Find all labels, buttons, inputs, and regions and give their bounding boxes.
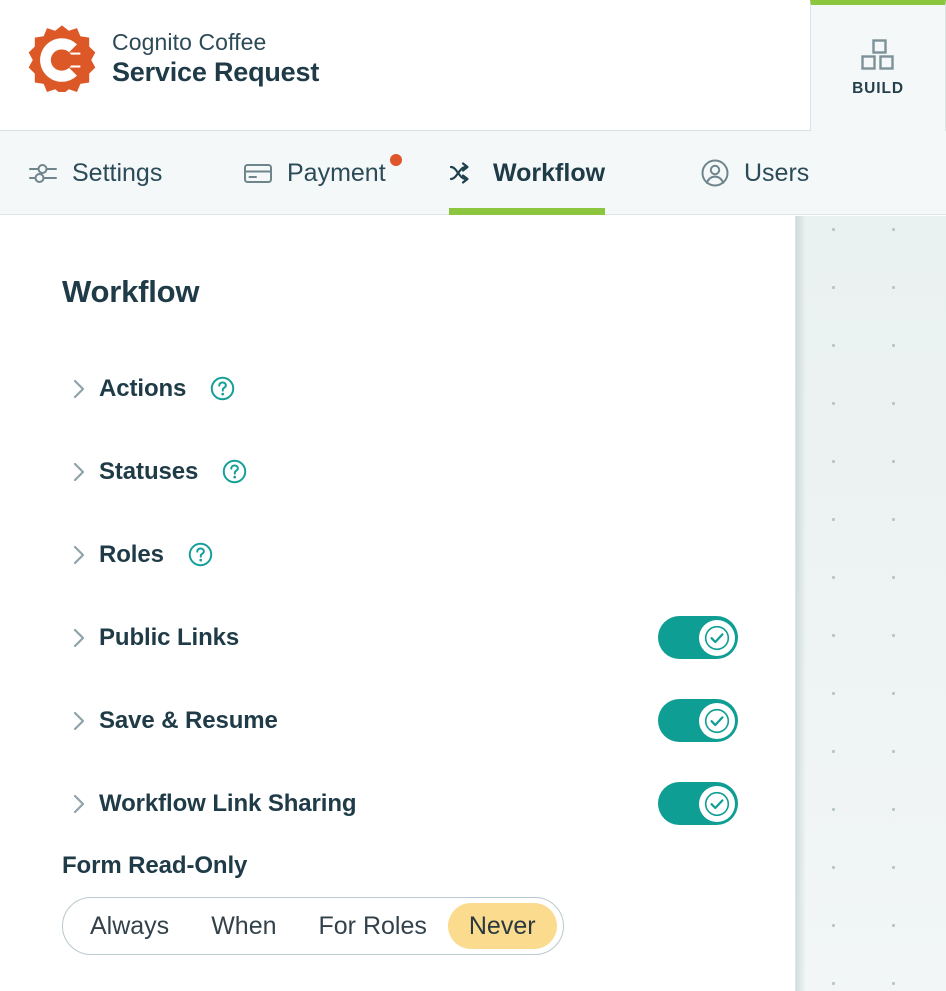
segment-when[interactable]: When bbox=[190, 903, 297, 949]
tab-payment-label: Payment bbox=[287, 153, 402, 188]
segment-always[interactable]: Always bbox=[69, 903, 190, 949]
row-statuses-toggle-target[interactable]: Statuses bbox=[72, 458, 247, 486]
form-read-only-label: Form Read-Only bbox=[62, 852, 248, 879]
row-roles-toggle-target[interactable]: Roles bbox=[72, 541, 213, 569]
form-read-only-section: Form Read-Only Always When For Roles Nev… bbox=[62, 852, 762, 955]
segment-never[interactable]: Never bbox=[447, 903, 557, 949]
brand-text: Cognito Coffee Service Request bbox=[112, 28, 320, 87]
row-roles: Roles bbox=[0, 513, 795, 596]
row-actions-toggle-target[interactable]: Actions bbox=[72, 375, 235, 403]
payment-alert-badge-icon bbox=[389, 153, 402, 166]
chevron-right-icon bbox=[73, 794, 85, 813]
row-workflow-link-sharing-toggle-target[interactable]: Workflow Link Sharing bbox=[72, 789, 357, 818]
three-squares-icon bbox=[861, 38, 894, 70]
form-canvas-dot-grid[interactable] bbox=[795, 216, 946, 991]
help-circle-icon[interactable] bbox=[188, 542, 213, 567]
toggle-knob bbox=[698, 702, 735, 739]
credit-card-icon bbox=[243, 158, 273, 188]
row-save-resume-control bbox=[658, 699, 738, 742]
row-statuses: Statuses bbox=[0, 430, 795, 513]
tab-settings[interactable]: Settings bbox=[28, 131, 162, 215]
canvas-edge-shadow bbox=[796, 216, 806, 991]
tab-users-label: Users bbox=[744, 158, 810, 187]
row-actions-label: Actions bbox=[99, 374, 187, 402]
check-circle-icon bbox=[704, 708, 729, 733]
row-public-links-toggle-target[interactable]: Public Links bbox=[72, 624, 239, 652]
chevron-right-icon bbox=[73, 379, 85, 398]
row-workflow-link-sharing-control bbox=[658, 782, 738, 825]
save-resume-toggle[interactable] bbox=[658, 699, 738, 742]
row-workflow-link-sharing: Workflow Link Sharing bbox=[0, 762, 795, 845]
row-workflow-link-sharing-label: Workflow Link Sharing bbox=[99, 789, 357, 817]
workflow-settings-list: Actions Statuses Roles Public Links Save… bbox=[0, 347, 795, 845]
tab-payment-text: Payment bbox=[287, 158, 386, 187]
row-actions: Actions bbox=[0, 347, 795, 430]
segment-for-roles[interactable]: For Roles bbox=[298, 903, 448, 949]
row-save-resume-label: Save & Resume bbox=[99, 706, 278, 734]
row-save-resume-toggle-target[interactable]: Save & Resume bbox=[72, 707, 278, 735]
main-tabbar: Settings Payment Workflow Users bbox=[0, 131, 946, 215]
toggle-knob bbox=[698, 785, 735, 822]
tab-settings-label: Settings bbox=[72, 158, 163, 187]
tab-users[interactable]: Users bbox=[700, 131, 809, 215]
public-links-toggle[interactable] bbox=[658, 616, 738, 659]
row-public-links-label: Public Links bbox=[99, 623, 240, 651]
chevron-right-icon bbox=[73, 462, 85, 481]
chevron-right-icon bbox=[73, 545, 85, 564]
sliders-icon bbox=[28, 158, 58, 188]
tab-payment[interactable]: Payment bbox=[243, 131, 402, 215]
check-circle-icon bbox=[704, 625, 729, 650]
help-circle-icon[interactable] bbox=[222, 459, 247, 484]
help-circle-icon[interactable] bbox=[210, 376, 235, 401]
page-title: Workflow bbox=[62, 274, 200, 309]
row-public-links: Public Links bbox=[0, 596, 795, 679]
app-root: Cognito Coffee Service Request BUILD Set… bbox=[0, 0, 946, 991]
workflow-link-sharing-toggle[interactable] bbox=[658, 782, 738, 825]
row-statuses-label: Statuses bbox=[99, 457, 199, 485]
cognito-gear-logo-icon bbox=[28, 25, 96, 92]
form-title: Service Request bbox=[112, 56, 320, 87]
brand-block: Cognito Coffee Service Request bbox=[28, 24, 319, 92]
tab-workflow-label: Workflow bbox=[493, 158, 606, 187]
chevron-right-icon bbox=[73, 628, 85, 647]
row-save-resume: Save & Resume bbox=[0, 679, 795, 762]
build-tab-label: BUILD bbox=[852, 79, 904, 97]
company-name: Cognito Coffee bbox=[112, 28, 267, 55]
shuffle-icon bbox=[449, 158, 479, 188]
form-read-only-segmented-control: Always When For Roles Never bbox=[62, 897, 564, 955]
app-header: Cognito Coffee Service Request BUILD bbox=[0, 0, 946, 131]
chevron-right-icon bbox=[73, 711, 85, 730]
workflow-panel: Workflow Actions Statuses Roles Public L… bbox=[0, 216, 795, 991]
row-roles-label: Roles bbox=[99, 540, 164, 568]
active-tab-underline bbox=[449, 208, 606, 215]
tab-workflow[interactable]: Workflow bbox=[449, 131, 606, 215]
user-circle-icon bbox=[700, 158, 730, 188]
row-public-links-control bbox=[658, 616, 738, 659]
build-tab[interactable]: BUILD bbox=[810, 0, 946, 131]
toggle-knob bbox=[698, 619, 735, 656]
check-circle-icon bbox=[704, 791, 729, 816]
